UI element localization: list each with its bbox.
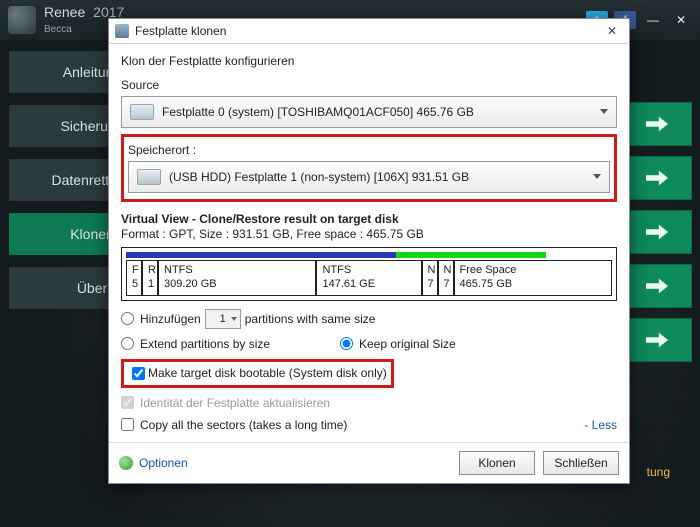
minimize-icon[interactable]: —: [642, 11, 664, 29]
partition-cell: N 7: [422, 260, 438, 296]
partition-segment: [396, 252, 546, 258]
checkbox-identity-row: Identität der Festplatte aktualisieren: [121, 396, 617, 410]
partition-cell: Free Space 465.75 GB: [454, 260, 612, 296]
partition-segment: [288, 252, 384, 258]
checkbox-identity-label: Identität der Festplatte aktualisieren: [140, 396, 330, 410]
dialog-titlebar: Festplatte klonen ✕: [109, 19, 629, 44]
sidebar-item-label: Über: [77, 280, 107, 296]
close-app-icon[interactable]: ✕: [670, 11, 692, 29]
action-button-3[interactable]: [622, 210, 692, 254]
source-disk-select[interactable]: Festplatte 0 (system) [TOSHIBAMQ01ACF050…: [121, 96, 617, 128]
checkbox-copyall-row: Copy all the sectors (takes a long time)…: [121, 418, 617, 432]
close-button[interactable]: Schließen: [543, 451, 619, 475]
action-column: [622, 92, 692, 362]
checkbox-copyall-label: Copy all the sectors (takes a long time): [140, 418, 584, 432]
virtual-view-format: Format : GPT, Size : 931.51 GB, Free spa…: [121, 227, 617, 241]
disk-icon: [130, 104, 154, 120]
checkbox-bootable[interactable]: [132, 367, 145, 380]
opt-extend-label: Extend partitions by size: [140, 337, 340, 351]
source-disk-value: Festplatte 0 (system) [TOSHIBAMQ01ACF050…: [162, 105, 474, 119]
add-count-value: 1: [220, 313, 226, 325]
checkbox-bootable-label: Make target disk bootable (System disk o…: [148, 366, 387, 380]
app-title-sub: Becca: [44, 24, 72, 35]
less-link[interactable]: - Less: [584, 418, 617, 432]
arrow-right-icon: [646, 278, 668, 294]
arrow-right-icon: [646, 116, 668, 132]
radio-keep[interactable]: [340, 337, 353, 350]
destination-disk-select[interactable]: (USB HDD) Festplatte 1 (non-system) [106…: [128, 161, 610, 193]
option-add-partitions[interactable]: Hinzufügen 1 partitions with same size: [121, 309, 617, 329]
destination-disk-value: (USB HDD) Festplatte 1 (non-system) [106…: [169, 170, 469, 184]
arrow-right-icon: [646, 224, 668, 240]
partition-segment: [138, 252, 288, 258]
partition-map: F 5R 1NTFS 309.20 GBNTFS 147.61 GEN 7N 7…: [121, 247, 617, 301]
dialog-title: Festplatte klonen: [135, 24, 226, 38]
destination-highlight: Speicherort : (USB HDD) Festplatte 1 (no…: [121, 134, 617, 202]
add-count-select[interactable]: 1: [205, 309, 241, 329]
action-button-4[interactable]: [622, 264, 692, 308]
partition-cell: NTFS 309.20 GB: [158, 260, 316, 296]
option-size-row: Extend partitions by size Keep original …: [121, 337, 617, 351]
action-button-5[interactable]: [622, 318, 692, 362]
arrow-right-icon: [646, 332, 668, 348]
arrow-right-icon: [646, 170, 668, 186]
action-button-1[interactable]: [622, 102, 692, 146]
opt-add-prefix: Hinzufügen: [140, 312, 201, 326]
radio-add[interactable]: [121, 312, 134, 325]
partition-cell: N 7: [438, 260, 454, 296]
bootable-highlight: Make target disk bootable (System disk o…: [121, 359, 394, 388]
dialog-subtitle: Klon der Festplatte konfigurieren: [121, 54, 617, 68]
clone-button-label: Klonen: [478, 456, 515, 470]
checkbox-identity: [121, 396, 134, 409]
disk-icon: [137, 169, 161, 185]
action-button-2[interactable]: [622, 156, 692, 200]
app-logo-icon: [8, 6, 36, 34]
partition-cell: R 1: [142, 260, 158, 296]
background-link[interactable]: tung: [647, 465, 670, 479]
dialog-close-button[interactable]: ✕: [601, 22, 623, 40]
dialog-body: Klon der Festplatte konfigurieren Source…: [109, 44, 629, 442]
close-button-label: Schließen: [554, 456, 607, 470]
opt-keep-label: Keep original Size: [359, 337, 456, 351]
dialog-icon: [115, 24, 129, 38]
opt-add-suffix: partitions with same size: [245, 312, 376, 326]
destination-label: Speicherort :: [128, 143, 610, 157]
app-title-main: Renee: [44, 4, 85, 20]
radio-extend[interactable]: [121, 337, 134, 350]
options-icon: [119, 456, 133, 470]
close-icon: ✕: [607, 24, 617, 38]
clone-button[interactable]: Klonen: [459, 451, 535, 475]
chevron-down-icon: [600, 109, 608, 114]
partition-bar: [126, 252, 612, 258]
chevron-down-icon: [593, 174, 601, 179]
virtual-view-title: Virtual View - Clone/Restore result on t…: [121, 212, 617, 226]
partition-row: F 5R 1NTFS 309.20 GBNTFS 147.61 GEN 7N 7…: [126, 260, 612, 296]
clone-disk-dialog: Festplatte klonen ✕ Klon der Festplatte …: [108, 18, 630, 484]
checkbox-copy-all[interactable]: [121, 418, 134, 431]
dialog-footer: Optionen Klonen Schließen: [109, 442, 629, 483]
source-label: Source: [121, 78, 617, 92]
partition-cell: F 5: [126, 260, 142, 296]
chevron-down-icon: [231, 317, 237, 321]
partition-cell: NTFS 147.61 GE: [316, 260, 421, 296]
options-link[interactable]: Optionen: [139, 456, 188, 470]
